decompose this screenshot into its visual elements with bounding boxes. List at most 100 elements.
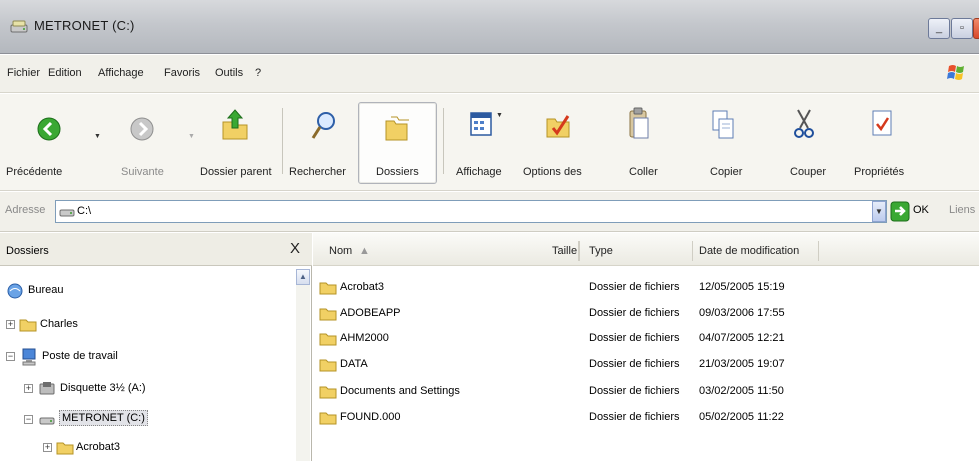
- folders-button[interactable]: Dossiers: [358, 102, 437, 184]
- maximize-button[interactable]: ▫: [951, 18, 973, 39]
- back-label: Précédente: [6, 166, 63, 178]
- column-modified[interactable]: Date de modification: [699, 245, 799, 257]
- file-modified: 21/03/2005 19:07: [699, 358, 785, 370]
- expand-icon[interactable]: +: [43, 443, 52, 452]
- column-header-row: Nom ▲ Taille Type Date de modification: [313, 233, 979, 266]
- folders-pane-title: Dossiers: [6, 245, 49, 257]
- file-name: FOUND.000: [340, 411, 401, 423]
- expand-icon[interactable]: +: [6, 320, 15, 329]
- collapse-icon[interactable]: −: [24, 415, 33, 424]
- copy-label: Copier: [710, 166, 743, 178]
- minimize-button[interactable]: _: [928, 18, 950, 39]
- forward-label: Suivante: [121, 166, 164, 178]
- copy-button[interactable]: Copier: [690, 94, 760, 190]
- desktop-icon: [7, 283, 23, 299]
- table-row[interactable]: ADOBEAPP Dossier de fichiers 09/03/2006 …: [313, 303, 979, 325]
- file-modified: 03/02/2005 11:50: [699, 385, 784, 397]
- computer-icon: [22, 348, 36, 366]
- forward-button[interactable]: Suivante: [112, 94, 182, 190]
- toolbar: Précédente ▼ Suivante ▼ Dossier parent R…: [0, 94, 979, 191]
- back-dropdown-icon[interactable]: ▼: [94, 133, 101, 140]
- search-icon: [311, 112, 335, 139]
- views-button[interactable]: ▼ Affichage: [448, 94, 520, 190]
- up-folder-button[interactable]: Dossier parent: [196, 94, 276, 190]
- column-separator[interactable]: [818, 241, 819, 261]
- table-row[interactable]: Documents and Settings Dossier de fichie…: [313, 381, 979, 403]
- folder-icon: [319, 308, 337, 321]
- tree-item-floppy[interactable]: + Disquette 3½ (A:): [24, 379, 284, 399]
- properties-icon: [872, 110, 892, 136]
- menu-view[interactable]: Affichage: [98, 67, 144, 79]
- toolbar-separator: [282, 108, 283, 174]
- menu-tools[interactable]: Outils: [215, 67, 243, 79]
- forward-arrow-icon: [130, 117, 154, 141]
- views-icon: [470, 112, 492, 136]
- table-row[interactable]: DATA Dossier de fichiers 21/03/2005 19:0…: [313, 354, 979, 376]
- file-name: Documents and Settings: [340, 385, 460, 397]
- expand-icon[interactable]: +: [24, 384, 33, 393]
- menu-help[interactable]: ?: [255, 67, 261, 79]
- views-dropdown-icon[interactable]: ▼: [496, 112, 503, 119]
- up-folder-label: Dossier parent: [200, 166, 272, 178]
- tree-item-desktop[interactable]: Bureau: [6, 281, 286, 301]
- menu-edit[interactable]: Edition: [48, 67, 82, 79]
- column-size[interactable]: Taille: [552, 245, 577, 257]
- file-name: ADOBEAPP: [340, 307, 401, 319]
- properties-button[interactable]: Propriétés: [850, 94, 926, 190]
- back-button[interactable]: Précédente: [0, 94, 80, 190]
- search-button[interactable]: Rechercher: [286, 94, 356, 190]
- tree-item-acrobat3[interactable]: + Acrobat3: [43, 438, 283, 458]
- file-name: DATA: [340, 358, 368, 370]
- address-input[interactable]: C:\: [55, 200, 887, 223]
- folder-options-button[interactable]: Options des: [520, 94, 596, 190]
- column-type[interactable]: Type: [589, 245, 613, 257]
- tree-item-charles[interactable]: + Charles: [6, 315, 286, 335]
- file-name: AHM2000: [340, 332, 389, 344]
- column-separator[interactable]: [579, 241, 580, 261]
- forward-dropdown-icon[interactable]: ▼: [188, 133, 195, 140]
- menu-favorites[interactable]: Favoris: [164, 67, 200, 79]
- go-arrow-icon[interactable]: [890, 201, 910, 222]
- links-toolbar[interactable]: Liens: [949, 204, 975, 216]
- go-button[interactable]: OK: [913, 204, 929, 216]
- address-dropdown-button[interactable]: ▼: [872, 201, 886, 222]
- cut-button[interactable]: Couper: [770, 94, 840, 190]
- toolbar-separator: [443, 108, 444, 174]
- file-list: Nom ▲ Taille Type Date de modification A…: [313, 233, 979, 461]
- folders-scrollbar[interactable]: ▲: [296, 269, 310, 461]
- folder-icon: [319, 386, 337, 399]
- floppy-icon: [39, 382, 55, 395]
- drive-icon: [59, 209, 75, 217]
- folders-pane-header: Dossiers X: [0, 233, 312, 266]
- selected-folder-label: METRONET (C:): [59, 410, 148, 426]
- scroll-up-button[interactable]: ▲: [296, 269, 310, 285]
- copy-icon: [712, 110, 734, 139]
- menu-file[interactable]: Fichier: [7, 67, 40, 79]
- table-row[interactable]: Acrobat3 Dossier de fichiers 12/05/2005 …: [313, 277, 979, 299]
- folders-pane-close-button[interactable]: X: [290, 240, 300, 257]
- collapse-icon[interactable]: −: [6, 352, 15, 361]
- folder-up-icon: [222, 109, 248, 140]
- paste-icon: [629, 107, 649, 139]
- column-name[interactable]: Nom: [329, 245, 352, 257]
- file-type: Dossier de fichiers: [589, 332, 680, 344]
- file-modified: 12/05/2005 15:19: [699, 281, 785, 293]
- file-modified: 04/07/2005 12:21: [699, 332, 785, 344]
- folder-icon: [319, 333, 337, 346]
- windows-logo-icon: [947, 65, 964, 80]
- file-type: Dossier de fichiers: [589, 411, 680, 423]
- file-type: Dossier de fichiers: [589, 307, 680, 319]
- paste-button[interactable]: Coller: [606, 94, 676, 190]
- table-row[interactable]: FOUND.000 Dossier de fichiers 05/02/2005…: [313, 407, 979, 429]
- table-row[interactable]: AHM2000 Dossier de fichiers 04/07/2005 1…: [313, 328, 979, 350]
- tree-item-my-computer[interactable]: − Poste de travail: [6, 347, 286, 367]
- tree-item-metronet[interactable]: − METRONET (C:): [24, 410, 284, 430]
- file-modified: 05/02/2005 11:22: [699, 411, 784, 423]
- folder-icon: [319, 359, 337, 372]
- folder-icon: [19, 319, 37, 332]
- folders-pane: Dossiers X Bureau + Charles − Poste de t…: [0, 233, 312, 461]
- column-separator[interactable]: [692, 241, 693, 261]
- close-button[interactable]: [973, 18, 979, 39]
- folder-icon: [319, 282, 337, 295]
- title-bar: METRONET (C:) _ ▫: [0, 0, 979, 54]
